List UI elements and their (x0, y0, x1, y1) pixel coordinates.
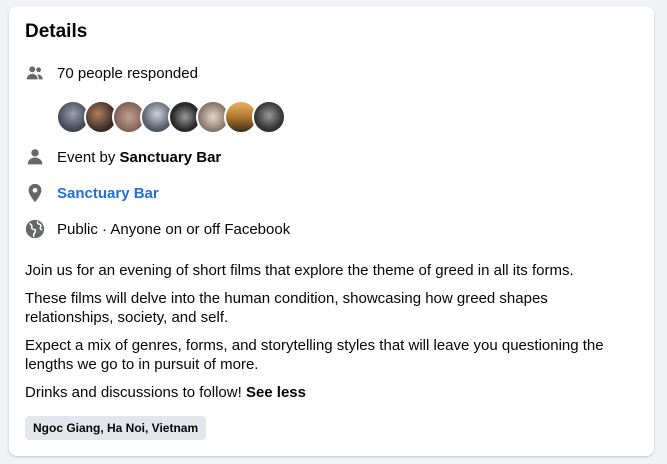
avatar-list[interactable] (56, 100, 286, 134)
event-by-row: Event by Sanctuary Bar (23, 144, 221, 170)
location-link[interactable]: Sanctuary Bar (57, 185, 159, 202)
location-row[interactable]: Sanctuary Bar (23, 180, 159, 206)
privacy-row: Public · Anyone on or off Facebook (23, 216, 290, 242)
details-card: Details 70 people responded Event by San… (9, 6, 654, 456)
description-paragraph-4: Drinks and discussions to follow! See le… (25, 383, 640, 402)
description-text: Join us for an evening of short films th… (25, 262, 574, 279)
privacy-text: Public · Anyone on or off Facebook (57, 220, 291, 238)
event-by-prefix: Event by (57, 148, 120, 166)
location-tag-chip[interactable]: Ngoc Giang, Ha Noi, Vietnam (25, 416, 207, 440)
description-paragraph-2: These films will delve into the human co… (25, 289, 640, 327)
avatar[interactable] (252, 100, 286, 134)
people-icon (23, 61, 47, 85)
responded-row[interactable]: 70 people responded (23, 60, 198, 86)
details-title: Details (25, 21, 88, 42)
description-text: Expect a mix of genres, forms, and story… (25, 337, 604, 373)
description-text: These films will delve into the human co… (25, 290, 548, 326)
event-host-link[interactable]: Sanctuary Bar (120, 149, 222, 166)
see-less-button[interactable]: See less (246, 384, 306, 401)
description-text: Drinks and discussions to follow! (25, 384, 246, 401)
person-icon (23, 145, 47, 169)
description-paragraph-3: Expect a mix of genres, forms, and story… (25, 336, 640, 374)
responded-text: 70 people responded (57, 64, 198, 82)
description-paragraph-1: Join us for an evening of short films th… (25, 261, 640, 280)
globe-icon (23, 217, 47, 241)
location-pin-icon (23, 181, 47, 205)
